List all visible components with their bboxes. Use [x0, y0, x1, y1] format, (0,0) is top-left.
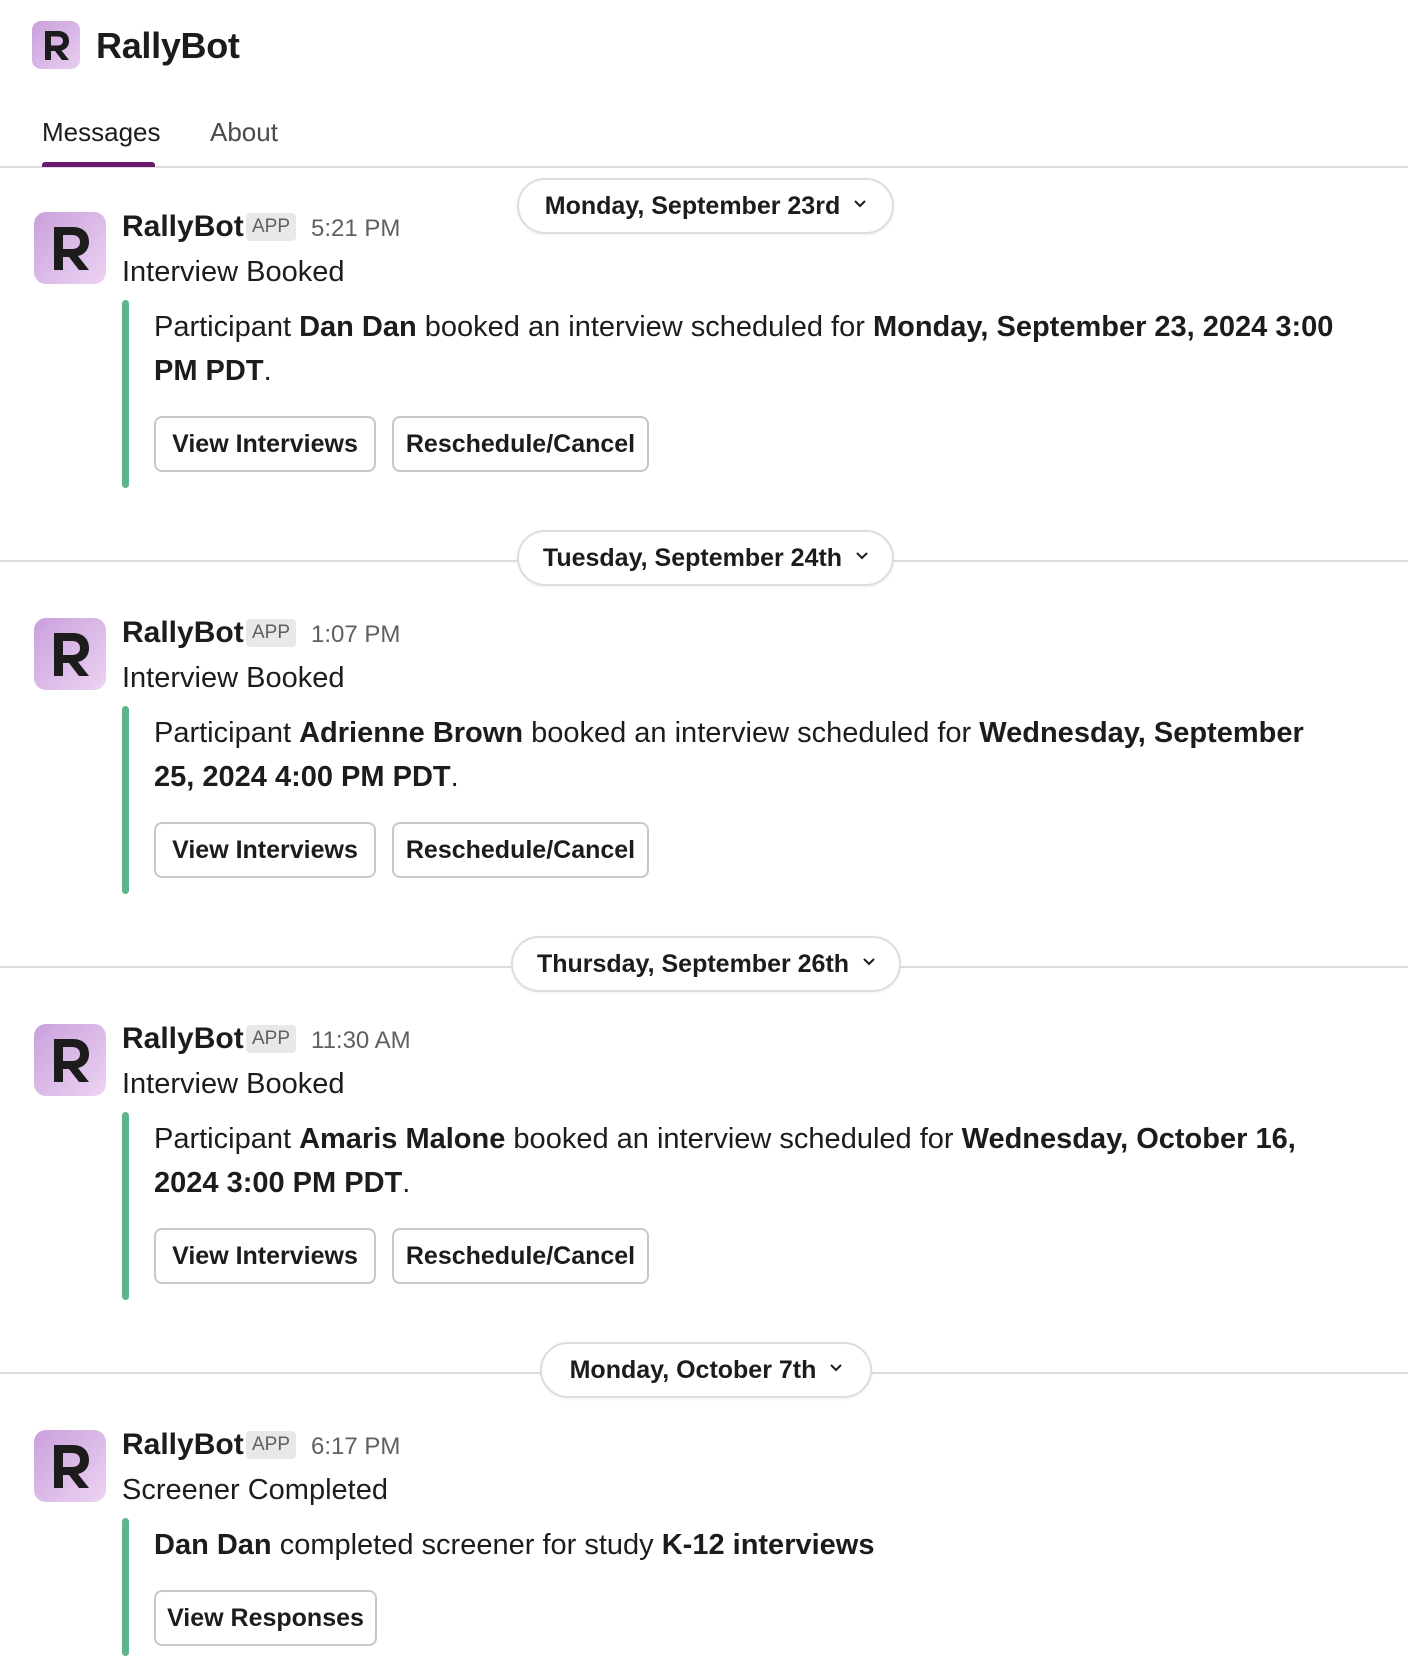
- bold-text: Dan Dan: [299, 311, 417, 343]
- view-interviews-button[interactable]: View Interviews: [154, 822, 376, 878]
- date-label: Thursday, September 26th: [536, 950, 850, 978]
- avatar[interactable]: [34, 1430, 106, 1502]
- rallybot-logo-icon: [32, 21, 80, 69]
- date-label: Monday, September 23rd: [544, 192, 841, 220]
- chevron-down-icon: [854, 200, 866, 208]
- text-run: Participant: [154, 717, 300, 749]
- app-badge: APP: [246, 1025, 297, 1053]
- sender-name[interactable]: RallyBot: [122, 1021, 244, 1057]
- timestamp[interactable]: 1:07 PM: [311, 617, 400, 653]
- view-responses-button[interactable]: View Responses: [154, 1590, 377, 1646]
- app-title: RallyBot: [96, 25, 240, 66]
- avatar[interactable]: [34, 1024, 106, 1096]
- app-header: RallyBot Messages About: [0, 0, 1408, 168]
- text-run: .: [450, 761, 459, 793]
- attachment-bar: [122, 1112, 129, 1300]
- text-run: booked an interview scheduled for: [523, 717, 980, 749]
- attachment-text: Dan Dan completed screener for study K-1…: [154, 1523, 1334, 1567]
- sender-name[interactable]: RallyBot: [122, 615, 244, 651]
- app-badge: APP: [246, 213, 297, 241]
- reschedule-cancel-button[interactable]: Reschedule/Cancel: [392, 1228, 649, 1284]
- reschedule-cancel-button[interactable]: Reschedule/Cancel: [392, 822, 649, 878]
- text-run: Participant: [154, 1123, 300, 1155]
- attachment-text: Participant Amaris Malone booked an inte…: [154, 1117, 1334, 1205]
- avatar[interactable]: [34, 618, 106, 690]
- text-run: .: [263, 355, 272, 387]
- app-badge: APP: [246, 1431, 297, 1459]
- view-interviews-button[interactable]: View Interviews: [154, 416, 376, 472]
- chevron-down-icon: [830, 1364, 842, 1372]
- text-run: booked an interview scheduled for: [505, 1123, 962, 1155]
- date-divider-button[interactable]: Thursday, September 26th: [511, 936, 901, 992]
- attachment-text: Participant Dan Dan booked an interview …: [154, 305, 1334, 393]
- date-label: Tuesday, September 24th: [542, 544, 843, 572]
- sender-name[interactable]: RallyBot: [122, 1427, 244, 1463]
- reschedule-cancel-button[interactable]: Reschedule/Cancel: [392, 416, 649, 472]
- bold-text: Dan Dan: [154, 1529, 272, 1561]
- app-badge: APP: [246, 619, 297, 647]
- date-divider-button[interactable]: Monday, October 7th: [540, 1342, 872, 1398]
- attachment-bar: [122, 1518, 129, 1656]
- bold-text: Amaris Malone: [299, 1123, 506, 1155]
- text-run: .: [402, 1167, 411, 1199]
- chevron-down-icon: [856, 552, 868, 560]
- text-run: booked an interview scheduled for: [416, 311, 873, 343]
- active-tab-indicator: [42, 162, 155, 167]
- bold-text: Adrienne Brown: [299, 717, 524, 749]
- timestamp[interactable]: 11:30 AM: [311, 1023, 411, 1059]
- date-divider-button[interactable]: Monday, September 23rd: [517, 178, 894, 234]
- date-label: Monday, October 7th: [569, 1356, 817, 1384]
- timestamp[interactable]: 6:17 PM: [311, 1429, 400, 1465]
- text-run: completed screener for study: [271, 1529, 662, 1561]
- tab-about[interactable]: About: [210, 112, 278, 152]
- avatar[interactable]: [34, 212, 106, 284]
- timestamp[interactable]: 5:21 PM: [311, 211, 400, 247]
- attachment-bar: [122, 300, 129, 488]
- bold-text: K-12 interviews: [661, 1529, 875, 1561]
- chevron-down-icon: [863, 958, 875, 966]
- attachment-text: Participant Adrienne Brown booked an int…: [154, 711, 1334, 799]
- message-title: Interview Booked: [122, 256, 345, 288]
- sender-name[interactable]: RallyBot: [122, 209, 244, 245]
- tab-messages[interactable]: Messages: [42, 112, 161, 152]
- attachment-bar: [122, 706, 129, 894]
- date-divider-button[interactable]: Tuesday, September 24th: [517, 530, 894, 586]
- message-title: Screener Completed: [122, 1474, 388, 1506]
- message-title: Interview Booked: [122, 1068, 345, 1100]
- view-interviews-button[interactable]: View Interviews: [154, 1228, 376, 1284]
- text-run: Participant: [154, 311, 300, 343]
- message-title: Interview Booked: [122, 662, 345, 694]
